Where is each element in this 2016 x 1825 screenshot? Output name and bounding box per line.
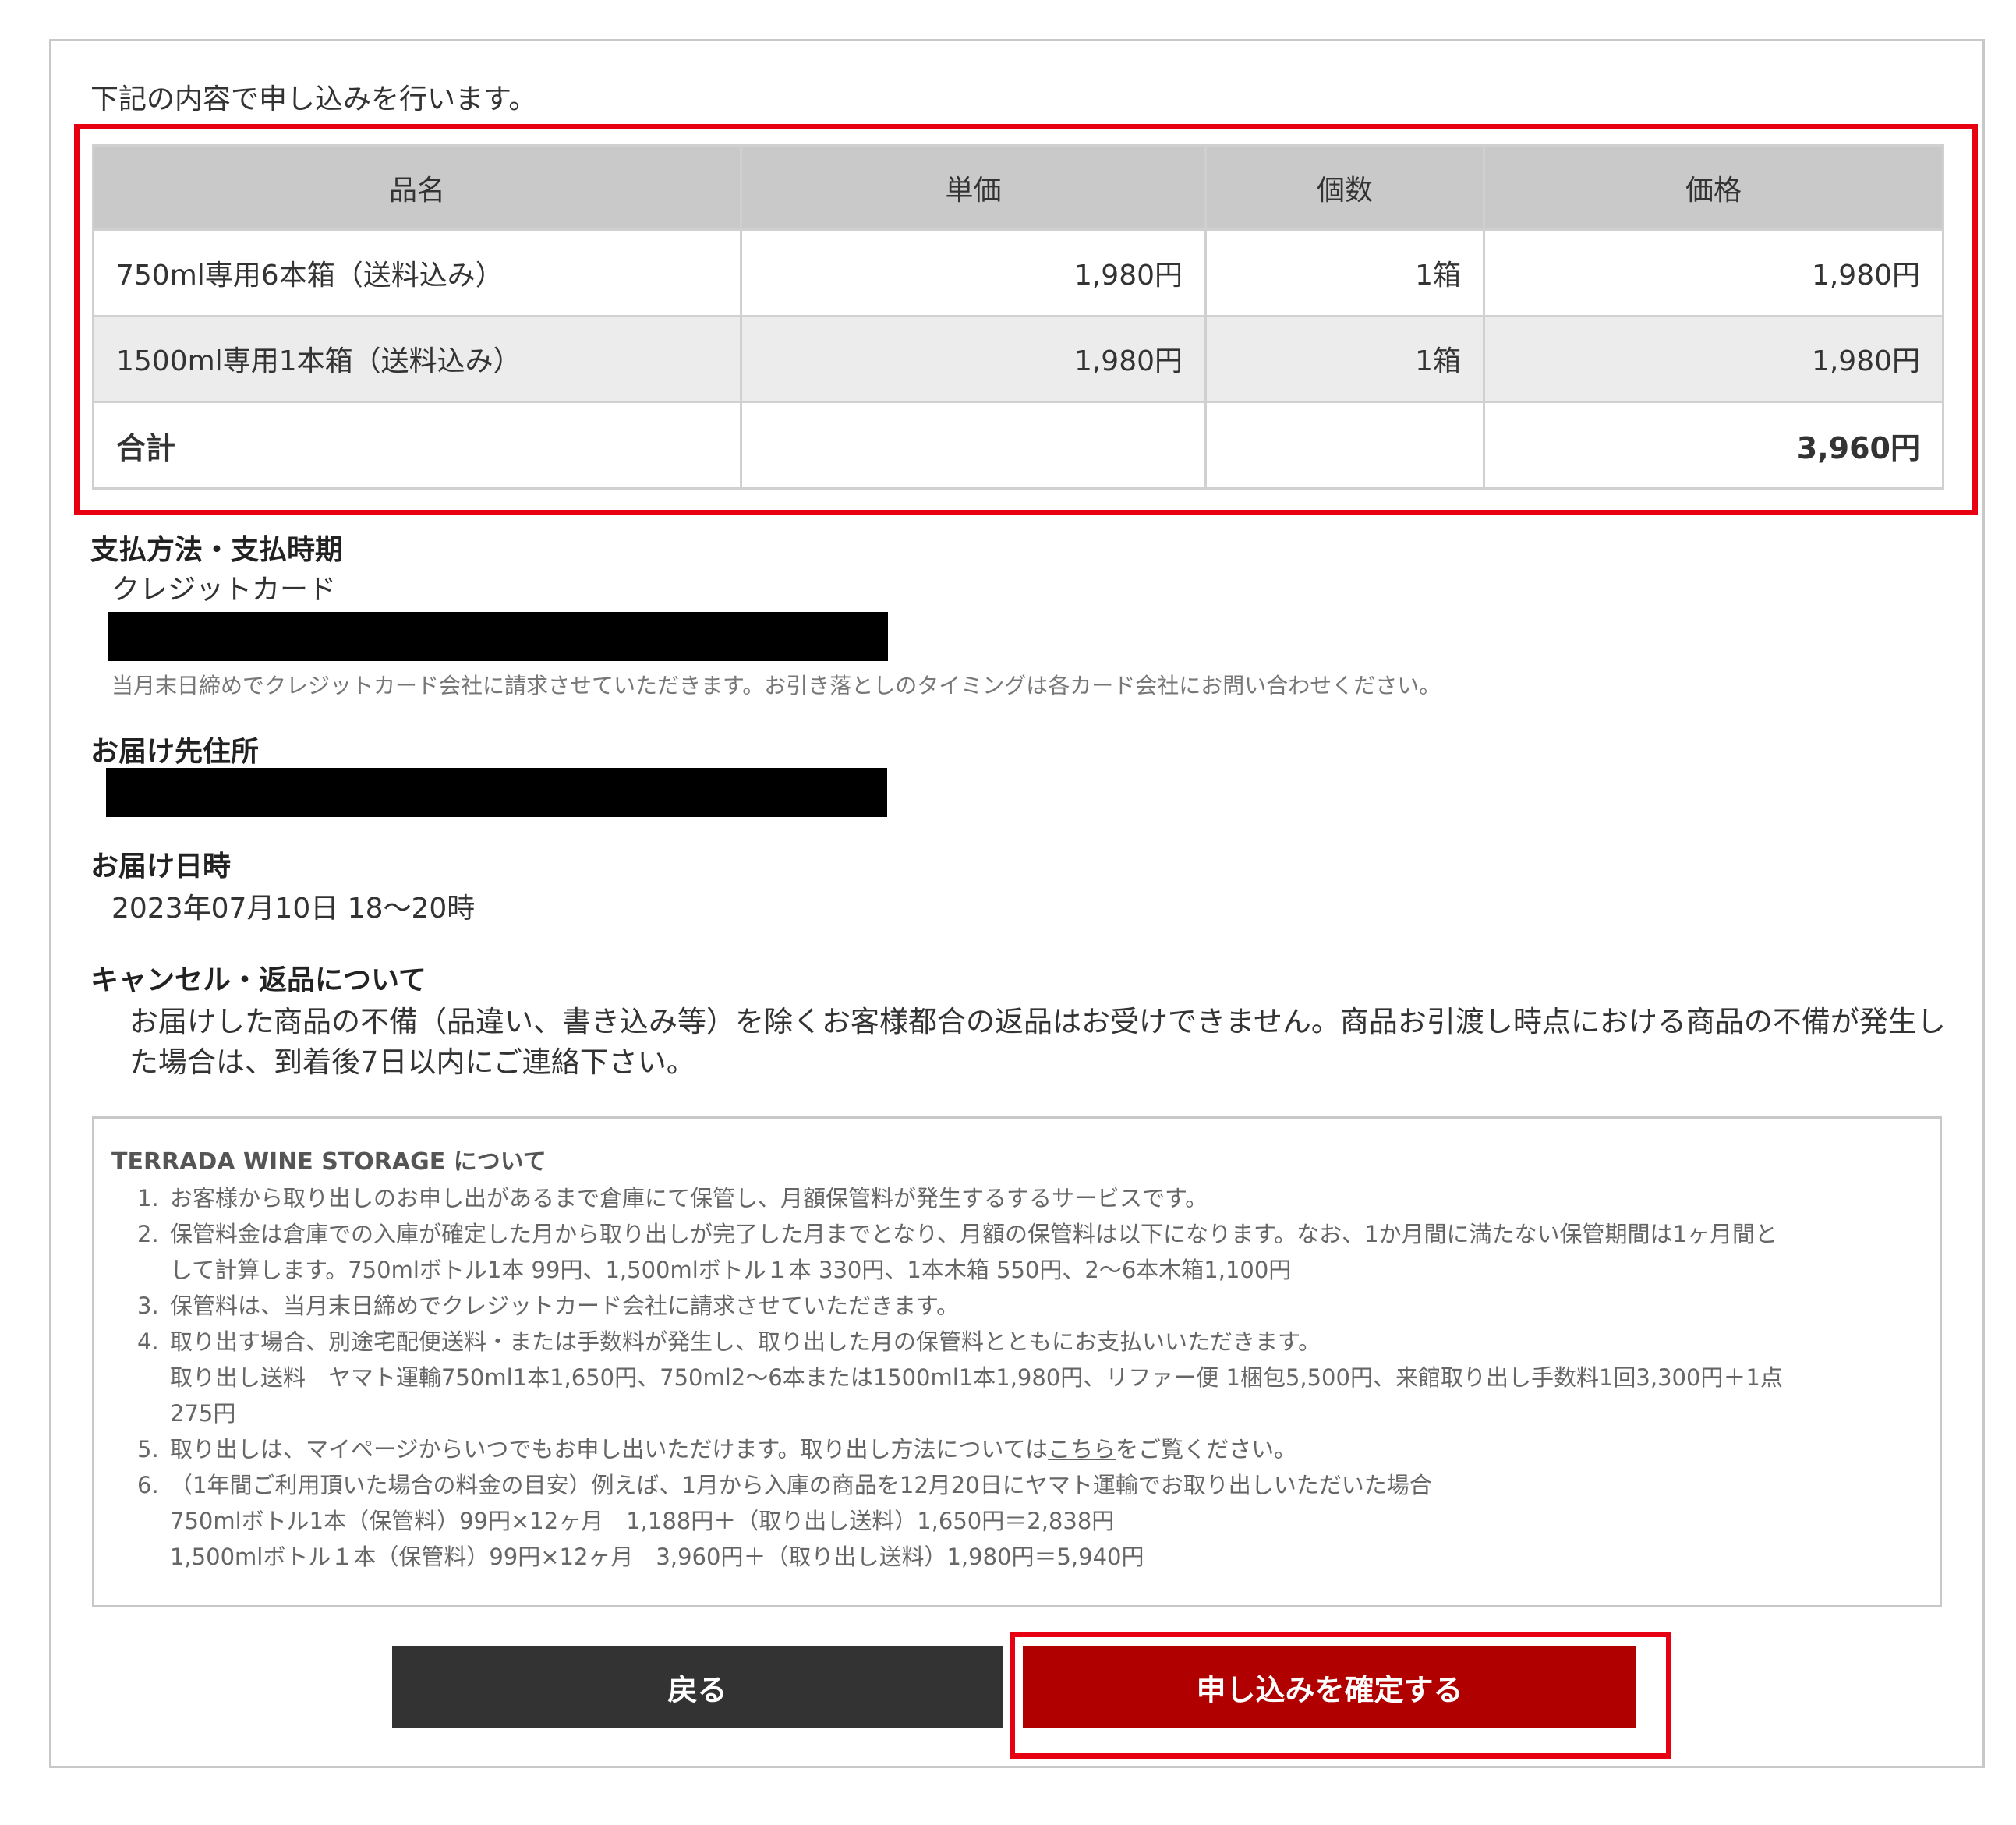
list-item: 2. 保管料金は倉庫での入庫が確定した月から取り出しが完了した月までとなり、月額…	[137, 1221, 1777, 1283]
cancel-title: キャンセル・返品について	[90, 964, 426, 996]
delivery-title: お届け日時	[90, 851, 232, 882]
confirm-button-highlight-frame	[1010, 1632, 1671, 1759]
redacted-address	[106, 768, 887, 817]
table-highlight-frame	[74, 124, 1978, 515]
payment-note: 当月末日締めでクレジットカード会社に請求させていただきます。お引き落としのタイミ…	[111, 673, 1441, 699]
list-item: 4. 取り出す場合、別途宅配便送料・または手数料が発生し、取り出した月の保管料と…	[137, 1328, 1783, 1427]
list-item: 1. お客様から取り出しのお申し出があるまで倉庫にて保管し、月額保管料が発生する…	[137, 1185, 1208, 1211]
list-item: 3. 保管料は、当月末日締めでクレジットカード会社に請求させていただきます。	[137, 1293, 960, 1319]
service-info-title: TERRADA WINE STORAGE について	[111, 1148, 546, 1176]
service-info-list: 1. お客様から取り出しのお申し出があるまで倉庫にて保管し、月額保管料が発生する…	[137, 1180, 1930, 1575]
intro-text: 下記の内容で申し込みを行います。	[90, 83, 537, 115]
retrieval-method-link[interactable]: こちら	[1048, 1436, 1116, 1462]
list-item: 5. 取り出しは、マイページからいつでもお申し出いただけます。取り出し方法につい…	[137, 1436, 1297, 1462]
list-item: 6. （1年間ご利用頂いた場合の料金の目安）例えば、1月から入庫の商品を12月2…	[137, 1472, 1432, 1570]
payment-method: クレジットカード	[111, 574, 337, 606]
back-button[interactable]: 戻る	[392, 1646, 1003, 1728]
delivery-datetime: 2023年07月10日 18～20時	[111, 893, 476, 925]
payment-title: 支払方法・支払時期	[90, 534, 344, 566]
address-title: お届け先住所	[90, 736, 260, 768]
cancel-text: お届けした商品の不備（品違い、書き込み等）を除くお客様都合の返品はお受けできませ…	[129, 1005, 1946, 1079]
redacted-card-info	[108, 612, 888, 661]
